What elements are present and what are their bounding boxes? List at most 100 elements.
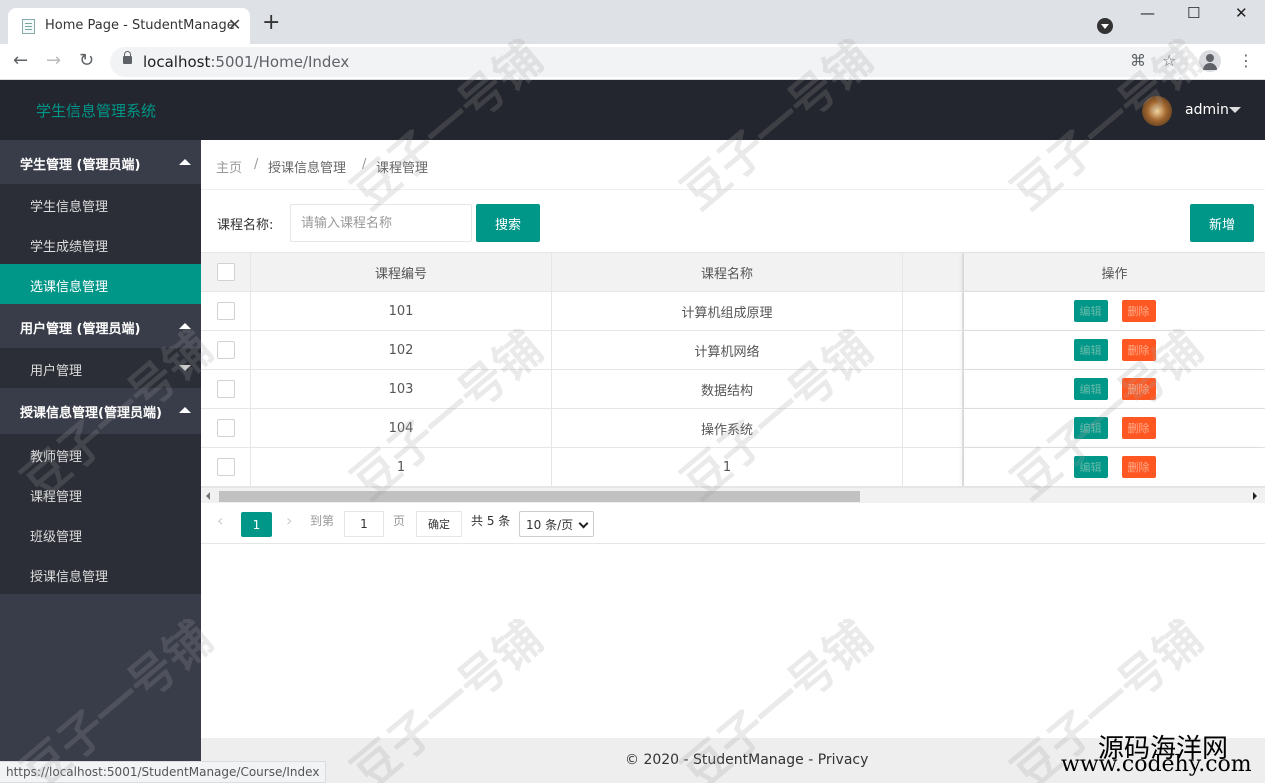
- breadcrumb-teaching[interactable]: 授课信息管理: [268, 157, 346, 176]
- profile-dropdown-icon[interactable]: [1097, 18, 1113, 34]
- caret-up-icon: [179, 323, 191, 329]
- page-favicon-icon: [22, 19, 35, 34]
- course-id-cell: 104: [251, 409, 552, 447]
- row-checkbox[interactable]: [216, 341, 235, 359]
- actions-cell: 编辑 删除: [963, 409, 1265, 447]
- edit-button[interactable]: 编辑: [1073, 300, 1108, 322]
- prev-page-icon[interactable]: ‹: [217, 511, 223, 530]
- empty-cell: [903, 331, 963, 369]
- status-bar-url: https://localhost:5001/StudentManage/Cou…: [0, 761, 327, 783]
- sidebar-item-users[interactable]: 用户管理: [0, 348, 201, 388]
- sidebar: 学生管理 (管理员端) 学生信息管理 学生成绩管理 选课信息管理 用户管理 (管…: [0, 140, 201, 783]
- url-text[interactable]: localhost:5001/Home/Index: [143, 53, 349, 71]
- header-course-name[interactable]: 课程名称: [552, 253, 903, 291]
- course-id-cell: 1: [251, 448, 552, 486]
- user-avatar[interactable]: [1142, 96, 1172, 126]
- edit-button[interactable]: 编辑: [1073, 456, 1108, 478]
- app-logo[interactable]: 学生信息管理系统: [36, 100, 156, 121]
- address-bar[interactable]: localhost:5001/Home/Index: [110, 47, 1188, 77]
- sidebar-item-student-grades[interactable]: 学生成绩管理: [0, 224, 201, 264]
- breadcrumb-home[interactable]: 主页: [216, 157, 242, 176]
- table-horizontal-scrollbar[interactable]: [201, 487, 1265, 503]
- header-check-cell: [201, 253, 251, 291]
- goto-page-input[interactable]: [344, 511, 384, 537]
- maximize-button[interactable]: ☐: [1187, 4, 1200, 22]
- select-all-checkbox[interactable]: [216, 263, 235, 281]
- back-icon[interactable]: ←: [13, 50, 28, 71]
- sidebar-item-courses[interactable]: 课程管理: [0, 474, 201, 514]
- row-checkbox[interactable]: [216, 380, 235, 398]
- nav-group-student[interactable]: 学生管理 (管理员端): [0, 140, 201, 184]
- account-icon[interactable]: [1199, 50, 1221, 72]
- delete-button[interactable]: 删除: [1121, 339, 1156, 361]
- sidebar-item-label: 授课信息管理: [30, 570, 109, 585]
- reload-icon[interactable]: ↻: [79, 50, 94, 71]
- bookmark-star-icon[interactable]: ☆: [1162, 51, 1176, 70]
- sidebar-item-teachers[interactable]: 教师管理: [0, 434, 201, 474]
- sidebar-item-label: 学生成绩管理: [30, 240, 109, 255]
- breadcrumb-current: 课程管理: [376, 161, 429, 176]
- scroll-right-arrow-icon[interactable]: [1253, 492, 1257, 500]
- course-id-cell: 101: [251, 292, 552, 330]
- table-row: 104 操作系统 编辑 删除: [201, 409, 1265, 448]
- table-header: 课程编号 课程名称 操作: [201, 253, 1265, 292]
- row-check-cell: [201, 292, 251, 330]
- scrollbar-thumb[interactable]: [219, 491, 860, 502]
- edit-button[interactable]: 编辑: [1073, 417, 1108, 439]
- course-name-search-input[interactable]: [290, 204, 472, 242]
- browser-tab[interactable]: Home Page - StudentManage ✕: [8, 8, 250, 44]
- course-name-cell: 数据结构: [552, 370, 903, 408]
- sidebar-item-teaching-info[interactable]: 授课信息管理: [0, 554, 201, 594]
- course-table: 课程编号 课程名称 操作 101 计算机组成原理 编辑 删除 102 计算机网络…: [201, 252, 1265, 504]
- sidebar-item-label: 教师管理: [30, 450, 83, 465]
- per-page-select[interactable]: 10 条/页: [519, 511, 594, 537]
- nav-group-user[interactable]: 用户管理 (管理员端): [0, 304, 201, 348]
- row-checkbox[interactable]: [216, 458, 235, 476]
- sidebar-item-classes[interactable]: 班级管理: [0, 514, 201, 554]
- tab-close-icon[interactable]: ✕: [228, 15, 241, 34]
- row-checkbox[interactable]: [216, 419, 235, 437]
- delete-button[interactable]: 删除: [1121, 300, 1156, 322]
- course-name-cell: 1: [552, 448, 903, 486]
- delete-button[interactable]: 删除: [1121, 456, 1156, 478]
- course-name-cell: 计算机网络: [552, 331, 903, 369]
- delete-button[interactable]: 删除: [1121, 417, 1156, 439]
- minimize-button[interactable]: —: [1140, 4, 1155, 22]
- goto-label: 到第: [310, 514, 335, 528]
- edit-button[interactable]: 编辑: [1073, 339, 1108, 361]
- goto-confirm-button[interactable]: 确定: [416, 511, 462, 537]
- search-button[interactable]: 搜索: [476, 204, 540, 242]
- chevron-down-icon: [578, 518, 589, 529]
- header-course-id[interactable]: 课程编号: [251, 253, 552, 291]
- sidebar-item-student-info[interactable]: 学生信息管理: [0, 184, 201, 224]
- delete-button[interactable]: 删除: [1121, 378, 1156, 400]
- user-caret-icon[interactable]: [1229, 107, 1241, 113]
- add-course-button[interactable]: 新增: [1190, 204, 1254, 242]
- browser-menu-icon[interactable]: ⋮: [1238, 51, 1254, 70]
- empty-cell: [903, 370, 963, 408]
- translate-icon[interactable]: ⌘: [1130, 51, 1146, 70]
- scroll-left-arrow-icon[interactable]: [206, 492, 210, 500]
- empty-cell: [903, 292, 963, 330]
- forward-icon[interactable]: →: [46, 50, 61, 71]
- total-count: 共 5 条: [471, 514, 511, 528]
- tab-title: Home Page - StudentManage: [45, 18, 235, 33]
- user-name[interactable]: admin: [1185, 102, 1229, 118]
- edit-button[interactable]: 编辑: [1073, 378, 1108, 400]
- breadcrumb-separator: /: [254, 157, 259, 172]
- nav-group-teaching[interactable]: 授课信息管理(管理员端): [0, 388, 201, 432]
- pagination: ‹ 1 › 到第 页 确定 共 5 条 10 条/页: [201, 504, 1265, 544]
- close-window-button[interactable]: ✕: [1235, 4, 1248, 22]
- new-tab-button[interactable]: +: [262, 12, 280, 34]
- next-page-icon[interactable]: ›: [286, 511, 292, 530]
- footer-text[interactable]: © 2020 - StudentManage - Privacy: [625, 752, 868, 768]
- row-checkbox[interactable]: [216, 302, 235, 320]
- table-row: 102 计算机网络 编辑 删除: [201, 331, 1265, 370]
- current-page[interactable]: 1: [241, 512, 272, 537]
- breadcrumb: 主页 / 授课信息管理 / 课程管理: [201, 140, 1265, 190]
- header-empty: [903, 253, 963, 291]
- sidebar-item-course-selection[interactable]: 选课信息管理: [0, 264, 201, 304]
- actions-cell: 编辑 删除: [963, 448, 1265, 486]
- nav-group-label: 用户管理 (管理员端): [20, 322, 141, 337]
- course-id-cell: 103: [251, 370, 552, 408]
